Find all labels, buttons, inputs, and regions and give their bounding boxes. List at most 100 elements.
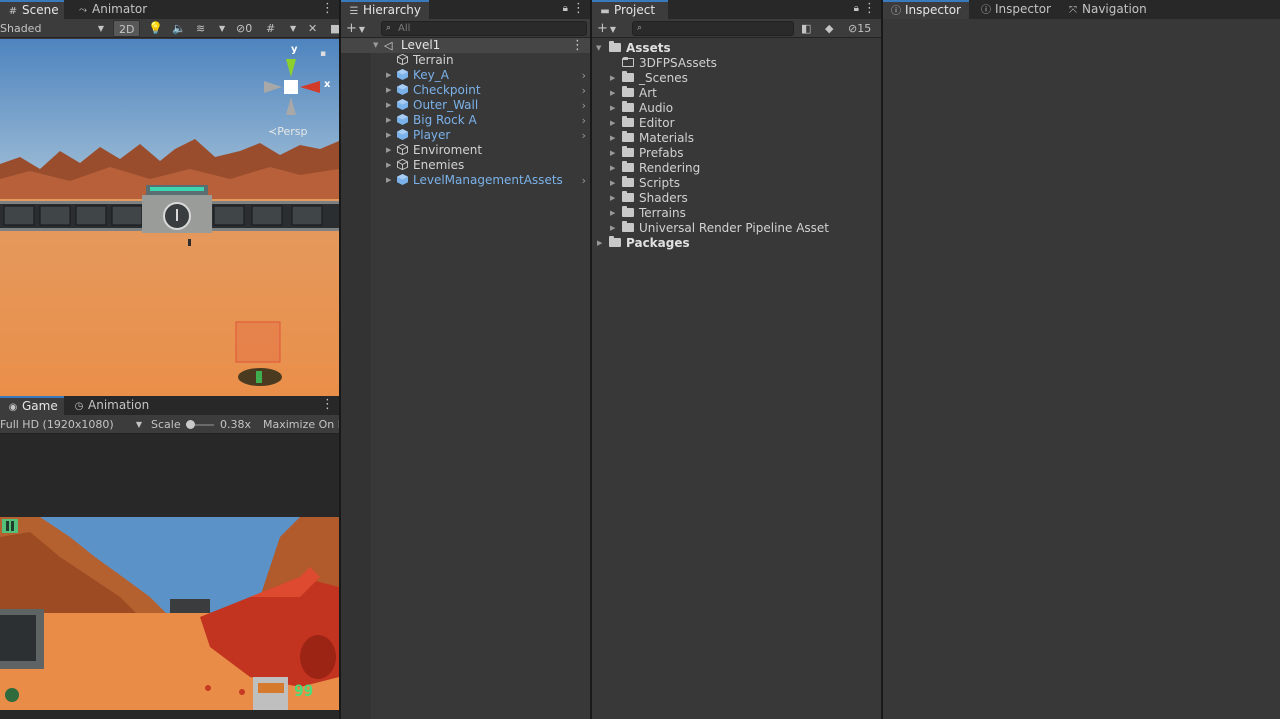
- grid-dropdown-icon[interactable]: ▼: [290, 20, 296, 37]
- maximize-on-play-toggle[interactable]: Maximize On P: [263, 416, 339, 433]
- resolution-dropdown[interactable]: Full HD (1920x1080) ▼: [0, 416, 145, 433]
- open-prefab-icon[interactable]: ›: [582, 173, 586, 188]
- expand-arrow-icon[interactable]: ▶: [386, 83, 391, 98]
- hierarchy-item[interactable]: ▶ Enemies: [341, 158, 590, 173]
- expand-arrow-icon[interactable]: ▶: [386, 143, 391, 158]
- scene-menu-icon[interactable]: ⋮: [321, 2, 334, 16]
- expand-arrow-icon[interactable]: ▶: [386, 98, 391, 113]
- projection-toggle[interactable]: ≺Persp: [268, 125, 307, 138]
- hierarchy-menu-icon[interactable]: ⋮: [572, 2, 585, 16]
- project-search-input[interactable]: ⌕: [632, 21, 794, 36]
- navigation-icon: ⤧: [1069, 5, 1077, 16]
- gameobject-cube-icon: [397, 143, 413, 158]
- audio-toggle-icon[interactable]: 🔈: [172, 20, 186, 37]
- expand-arrow-icon[interactable]: ▶: [610, 191, 615, 206]
- camera-icon[interactable]: ■: [330, 20, 339, 37]
- scale-slider-handle[interactable]: [186, 420, 195, 429]
- expand-arrow-icon[interactable]: ▶: [610, 221, 615, 236]
- shading-dropdown[interactable]: Shaded ▼: [0, 20, 106, 37]
- scene-viewport[interactable]: y x ▪ ≺Persp: [0, 39, 339, 396]
- lock-icon[interactable]: 🔒︎: [563, 3, 568, 14]
- folder-icon: [622, 146, 634, 157]
- create-dropdown[interactable]: + ▼: [346, 20, 365, 37]
- hierarchy-item-label: LevelManagementAssets: [413, 173, 563, 187]
- game-menu-icon[interactable]: ⋮: [321, 398, 334, 412]
- open-prefab-icon[interactable]: ›: [582, 113, 586, 128]
- gizmo-y-label: y: [291, 44, 298, 55]
- project-toolbar: + ▼ ⌕ ◧ ◆ ⊘15: [592, 19, 881, 38]
- hierarchy-item[interactable]: Terrain: [341, 53, 590, 68]
- expand-arrow-icon[interactable]: ▶: [610, 71, 615, 86]
- expand-arrow-icon[interactable]: ▶: [386, 128, 391, 143]
- expand-arrow-icon[interactable]: ▶: [386, 68, 391, 83]
- gameobject-cube-icon: [397, 53, 413, 68]
- expand-arrow-icon[interactable]: ▼: [596, 41, 601, 56]
- game-panel: ◉ Game ◷ Animation ⋮ Full HD (1920x1080) ▼…: [0, 396, 339, 719]
- open-prefab-icon[interactable]: ›: [582, 83, 586, 98]
- tab-animation[interactable]: ◷ Animation: [66, 396, 157, 415]
- back-arrow-icon: ≺: [268, 125, 278, 138]
- create-dropdown[interactable]: + ▼: [597, 20, 616, 37]
- expand-arrow-icon[interactable]: ▶: [610, 161, 615, 176]
- tab-inspector[interactable]: ⓘ Inspector: [883, 0, 969, 19]
- expand-arrow-icon[interactable]: ▶: [610, 131, 615, 146]
- search-by-label-icon[interactable]: ◆: [825, 20, 833, 37]
- hierarchy-tabbar: ☰ Hierarchy 🔒︎ ⋮: [341, 0, 590, 19]
- hidden-packages-icon[interactable]: ⊘15: [848, 20, 871, 37]
- info-icon: ⓘ: [891, 6, 901, 17]
- folder-icon: [622, 71, 634, 82]
- chevron-down-icon: ▼: [609, 25, 617, 34]
- tab-project[interactable]: ▬ Project: [592, 0, 668, 19]
- orientation-gizmo[interactable]: y x ▪: [262, 44, 334, 127]
- open-prefab-icon[interactable]: ›: [582, 68, 586, 83]
- lock-icon[interactable]: 🔒︎: [854, 3, 859, 14]
- unity-scene-icon: ◁: [384, 39, 393, 52]
- expand-arrow-icon[interactable]: ▶: [386, 158, 391, 173]
- scale-slider[interactable]: [186, 420, 214, 429]
- tab-hierarchy[interactable]: ☰ Hierarchy: [341, 0, 429, 19]
- hierarchy-item[interactable]: ▶ Checkpoint ›: [341, 83, 590, 98]
- project-folder-label: Shaders: [639, 191, 688, 205]
- expand-arrow-icon[interactable]: ▶: [386, 173, 391, 188]
- hierarchy-item[interactable]: ▶ Outer_Wall ›: [341, 98, 590, 113]
- expand-arrow-icon[interactable]: ▶: [610, 206, 615, 221]
- open-prefab-icon[interactable]: ›: [582, 128, 586, 143]
- project-folder-label: Audio: [639, 101, 674, 115]
- expand-arrow-icon[interactable]: ▶: [610, 86, 615, 101]
- toggle-2d-button[interactable]: 2D: [113, 20, 141, 37]
- hierarchy-item[interactable]: ▶ LevelManagementAssets ›: [341, 173, 590, 188]
- expand-arrow-icon[interactable]: ▶: [610, 116, 615, 131]
- game-viewport[interactable]: 99: [0, 517, 339, 710]
- grid-icon[interactable]: #: [266, 20, 275, 37]
- open-prefab-icon[interactable]: ›: [582, 98, 586, 113]
- project-menu-icon[interactable]: ⋮: [863, 2, 876, 16]
- hierarchy-item[interactable]: ▶ Enviroment: [341, 143, 590, 158]
- expand-arrow-icon[interactable]: ▶: [386, 113, 391, 128]
- list-icon: ☰: [349, 6, 359, 17]
- effects-dropdown-icon[interactable]: ▼: [219, 20, 225, 37]
- hierarchy-item[interactable]: ▶ Big Rock A ›: [341, 113, 590, 128]
- tab-animator[interactable]: ⤳ Animator: [70, 0, 155, 19]
- effects-icon[interactable]: ≋: [196, 20, 205, 37]
- expand-arrow-icon[interactable]: ▶: [597, 236, 602, 251]
- expand-arrow-icon[interactable]: ▼: [373, 38, 378, 53]
- search-by-type-icon[interactable]: ◧: [801, 20, 811, 37]
- hierarchy-item-label: Enviroment: [413, 143, 483, 157]
- tools-icon[interactable]: ✕: [308, 20, 317, 37]
- project-folder-label: Rendering: [639, 161, 701, 175]
- hierarchy-item[interactable]: ▶ Key_A ›: [341, 68, 590, 83]
- hierarchy-item[interactable]: ▶ Player ›: [341, 128, 590, 143]
- tab-navigation[interactable]: ⤧ Navigation: [1060, 0, 1155, 19]
- tab-scene[interactable]: # Scene: [0, 0, 64, 19]
- lock-icon[interactable]: ▪: [320, 49, 326, 59]
- hidden-objects-icon[interactable]: ⊘0: [236, 20, 252, 37]
- lighting-toggle-icon[interactable]: 💡: [148, 20, 163, 37]
- scene-root-row[interactable]: ▼ ◁ Level1 ⋮: [341, 38, 590, 53]
- scene-menu-icon[interactable]: ⋮: [571, 38, 584, 53]
- expand-arrow-icon[interactable]: ▶: [610, 146, 615, 161]
- tab-inspector-2[interactable]: ⓘ Inspector: [973, 0, 1059, 19]
- hierarchy-search-input[interactable]: ⌕ All: [381, 21, 587, 36]
- expand-arrow-icon[interactable]: ▶: [610, 176, 615, 191]
- tab-game[interactable]: ◉ Game: [0, 396, 64, 415]
- expand-arrow-icon[interactable]: ▶: [610, 101, 615, 116]
